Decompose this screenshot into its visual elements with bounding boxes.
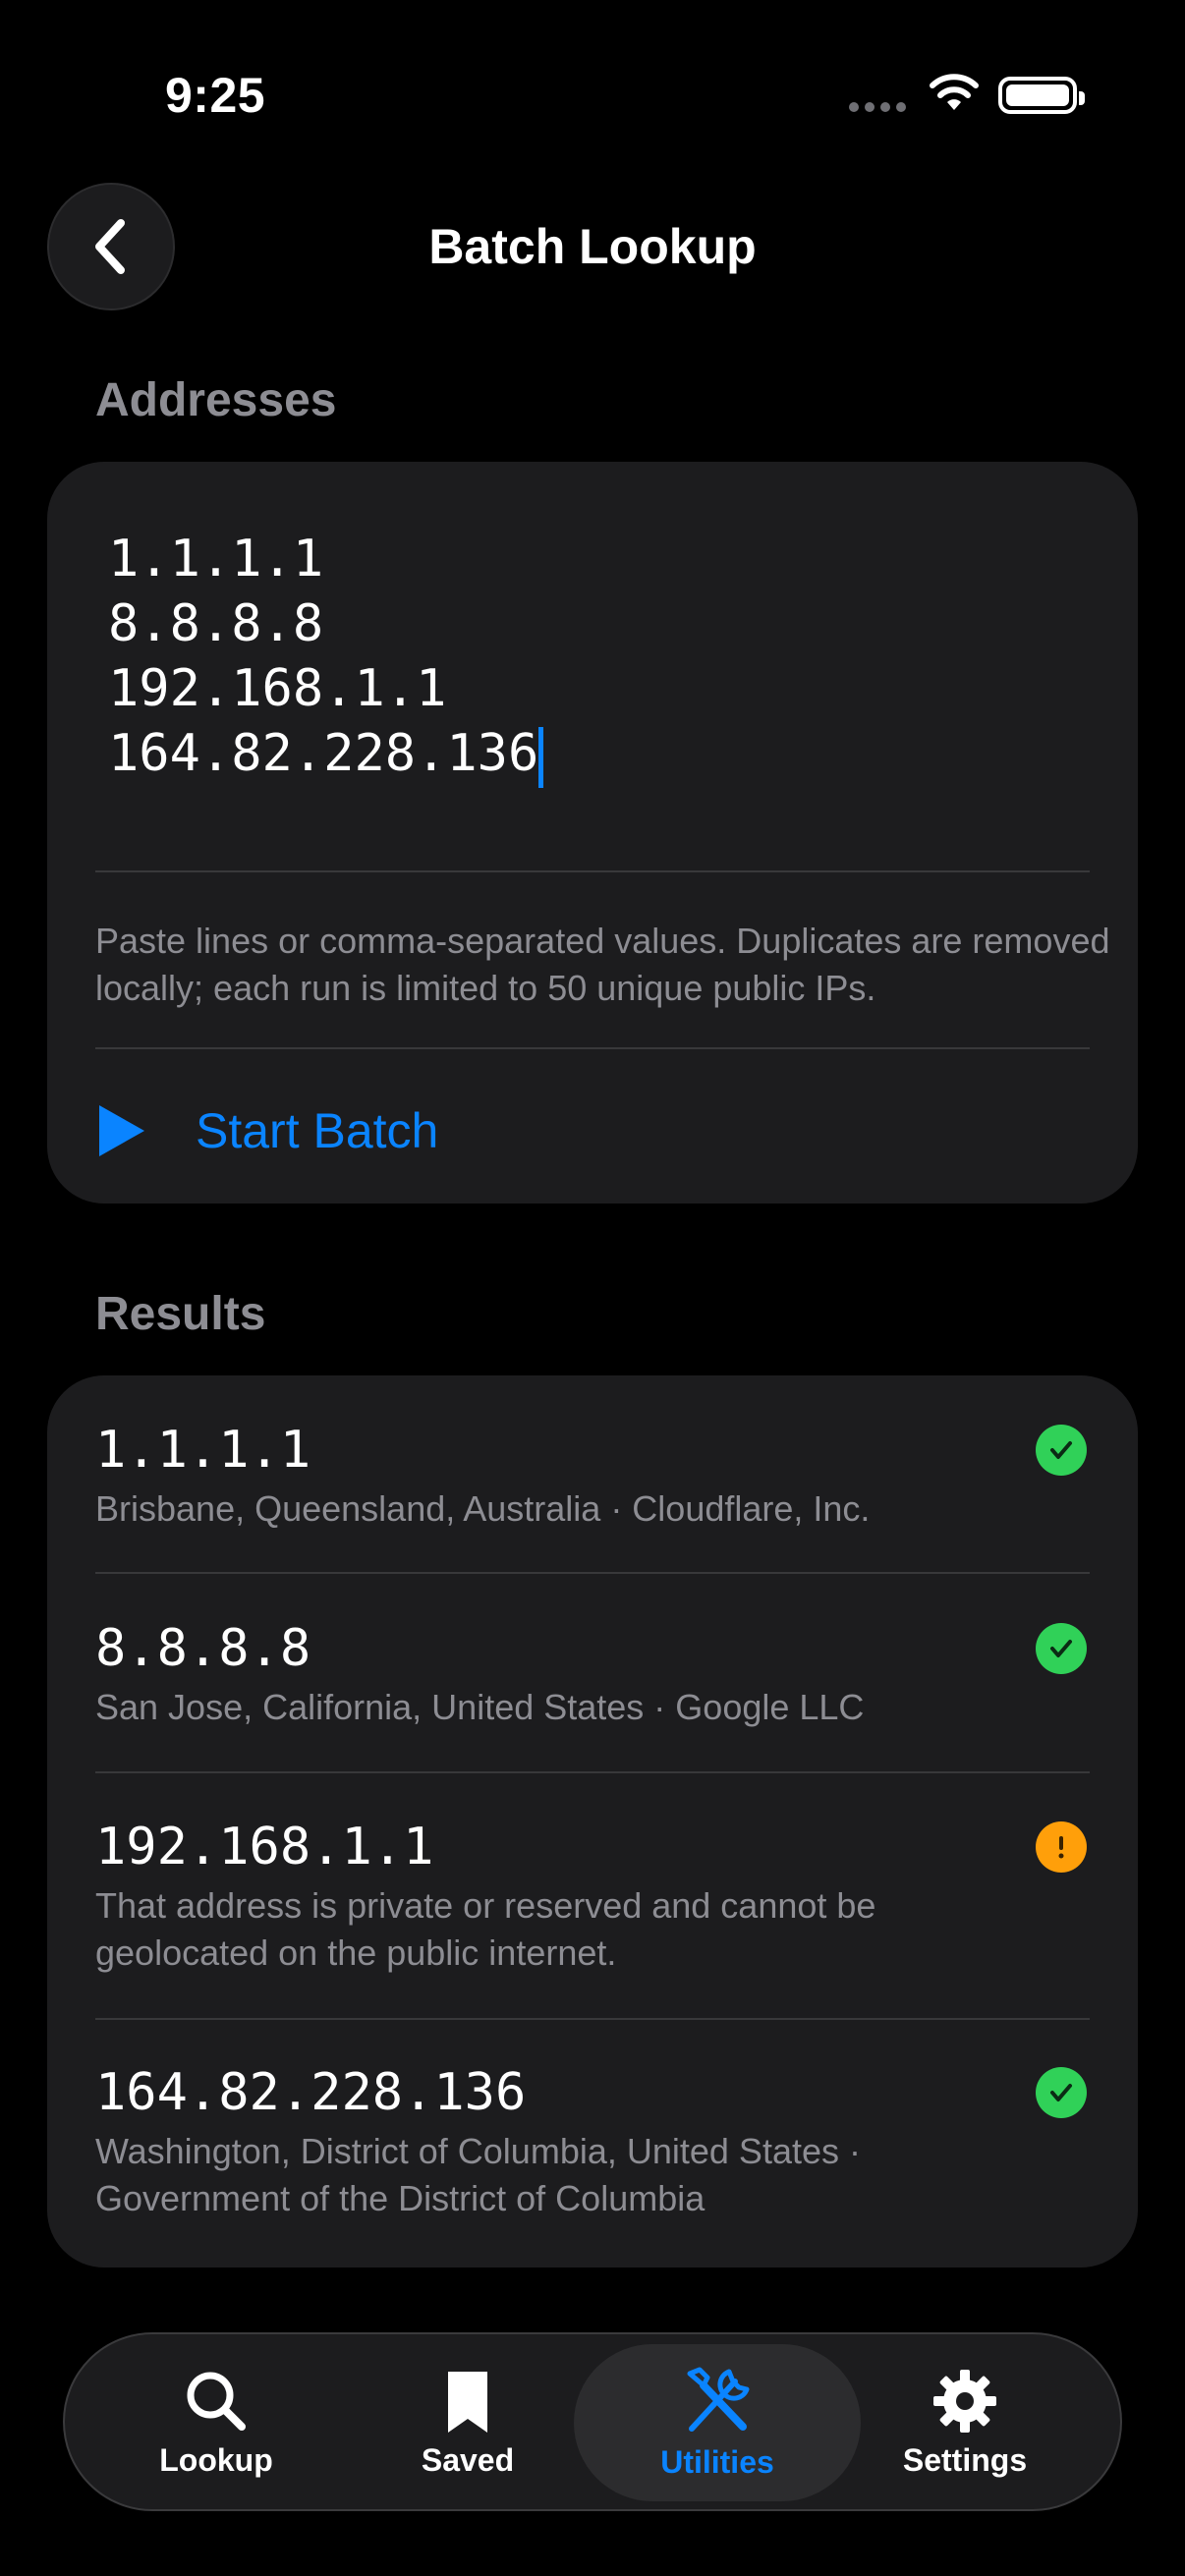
addresses-hint: Paste lines or comma-separated values. D… — [95, 921, 1110, 1008]
tab-lookup[interactable]: Lookup — [118, 2334, 314, 2509]
result-detail: Washington, District of Columbia, United… — [95, 2131, 861, 2218]
result-ip: 192.168.1.1 — [95, 1818, 434, 1876]
status-time: 9:25 — [165, 68, 266, 123]
divider — [95, 1047, 1090, 1049]
tab-label: Saved — [421, 2441, 515, 2478]
tab-label: Lookup — [159, 2441, 273, 2478]
results-section-label: Results — [95, 1288, 266, 1340]
result-ip: 1.1.1.1 — [95, 1421, 311, 1480]
result-ip: 164.82.228.136 — [95, 2063, 527, 2122]
divider — [95, 870, 1090, 872]
divider — [95, 2018, 1090, 2020]
tools-icon — [687, 2367, 750, 2432]
tab-saved[interactable]: Saved — [369, 2334, 566, 2509]
start-batch-button[interactable]: Start Batch — [95, 1079, 783, 1183]
battery-icon — [998, 77, 1085, 114]
success-check-icon — [1036, 1425, 1087, 1476]
result-detail: Brisbane, Queensland, Australia · Cloudf… — [95, 1488, 871, 1529]
result-detail: That address is private or reserved and … — [95, 1885, 876, 1973]
success-check-icon — [1036, 1623, 1087, 1674]
tab-utilities[interactable]: Utilities — [619, 2334, 816, 2509]
addresses-textarea[interactable]: 1.1.1.1 8.8.8.8 192.168.1.1 164.82.228.1… — [108, 527, 538, 786]
tab-settings[interactable]: Settings — [867, 2334, 1063, 2509]
page-title: Batch Lookup — [428, 219, 757, 274]
gear-icon — [933, 2369, 996, 2433]
cellular-signal-icon — [849, 102, 906, 112]
start-batch-label: Start Batch — [196, 1103, 439, 1158]
divider — [95, 1572, 1090, 1574]
bookmark-icon — [448, 2371, 487, 2433]
divider — [95, 1771, 1090, 1773]
warning-exclamation-icon — [1036, 1821, 1087, 1873]
result-detail: San Jose, California, United States · Go… — [95, 1687, 865, 1727]
addresses-section-label: Addresses — [95, 374, 337, 426]
text-cursor — [538, 727, 543, 788]
tab-label: Settings — [902, 2441, 1028, 2478]
success-check-icon — [1036, 2067, 1087, 2118]
tab-label: Utilities — [660, 2443, 774, 2480]
play-icon — [99, 1105, 144, 1156]
result-ip: 8.8.8.8 — [95, 1619, 311, 1678]
wifi-icon — [930, 74, 979, 110]
magnifier-icon — [187, 2372, 246, 2431]
